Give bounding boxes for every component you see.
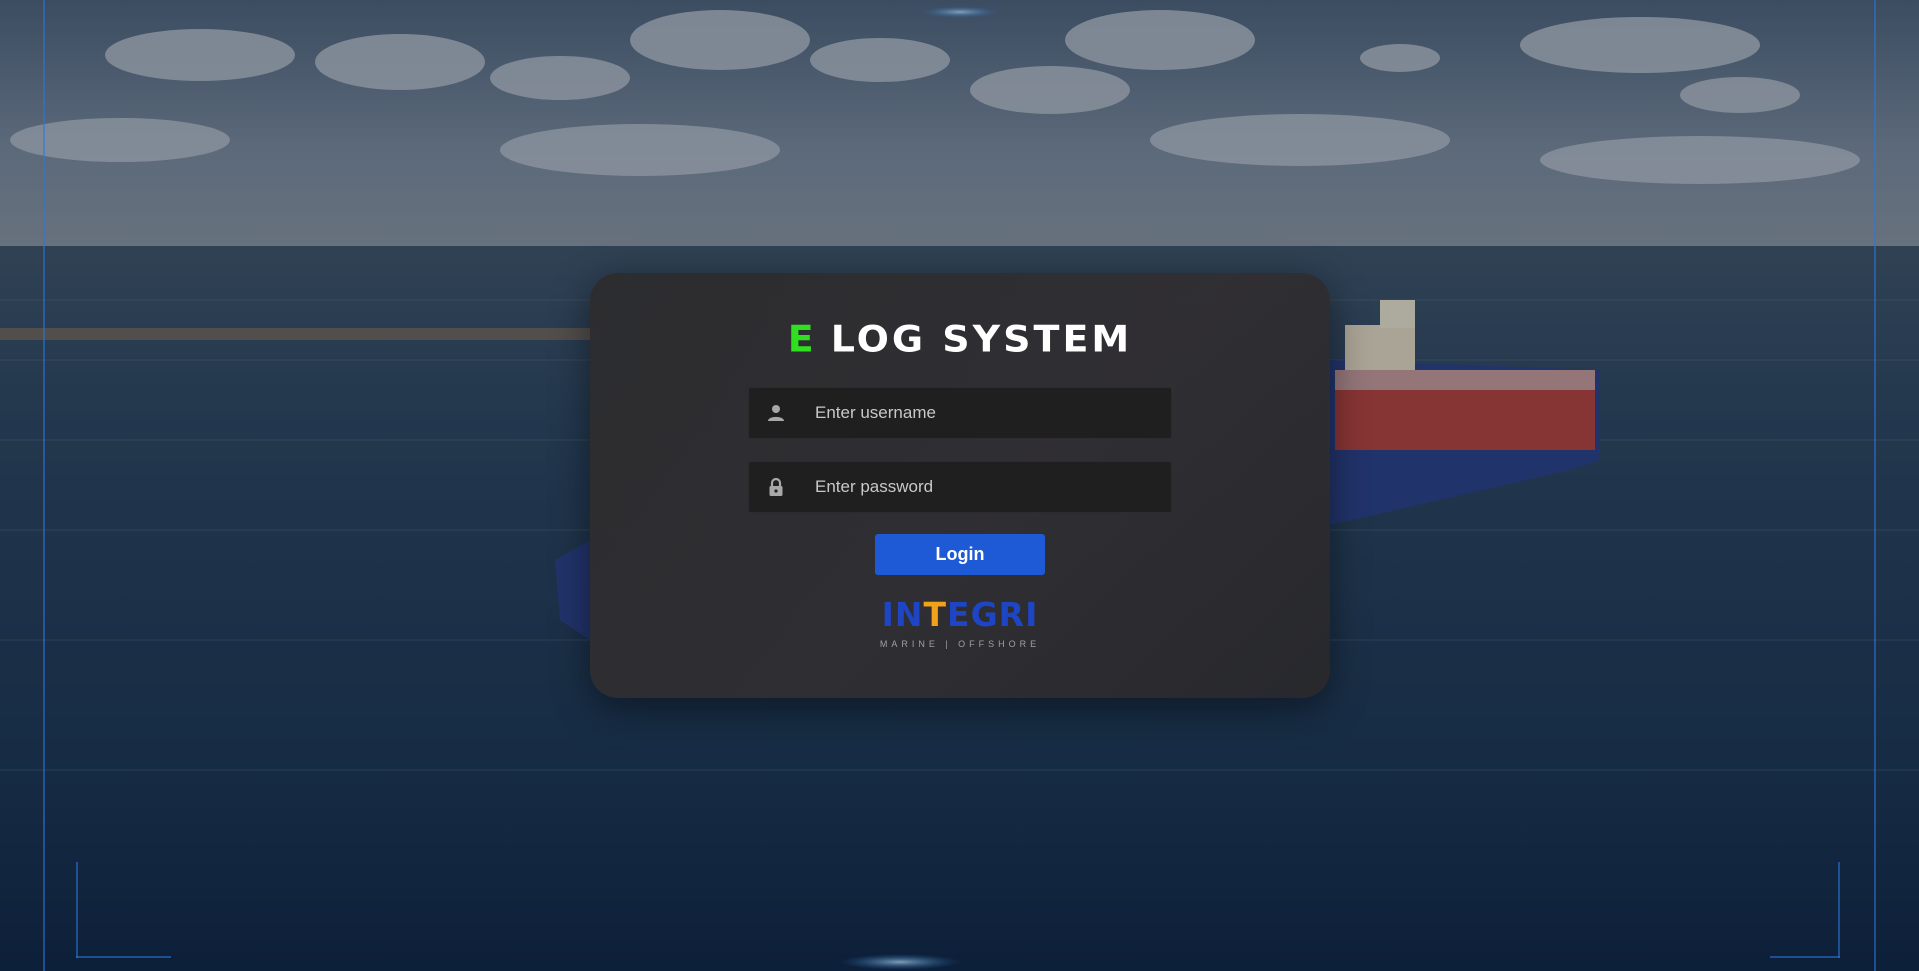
- username-field[interactable]: [748, 387, 1172, 439]
- login-screen: E LOG SYSTEM Login INTEGRI MARINE | OFFSH…: [0, 0, 1919, 971]
- username-input[interactable]: [815, 388, 1155, 438]
- password-field[interactable]: [748, 461, 1172, 513]
- logo-part2: EGRI: [947, 595, 1039, 634]
- user-icon: [768, 405, 784, 421]
- password-input[interactable]: [815, 462, 1155, 512]
- login-card: E LOG SYSTEM Login INTEGRI MARINE | OFFSH…: [590, 273, 1330, 698]
- app-title: E LOG SYSTEM: [590, 318, 1330, 360]
- integri-logo-wordmark: INTEGRI: [860, 595, 1060, 634]
- app-title-text: LOG SYSTEM: [830, 318, 1133, 360]
- logo-part1: IN: [881, 595, 924, 634]
- integri-logo-tagline: MARINE | OFFSHORE: [879, 639, 1041, 649]
- integri-logo: INTEGRI MARINE | OFFSHORE: [860, 595, 1060, 657]
- login-button[interactable]: Login: [875, 534, 1045, 575]
- lock-icon: [769, 477, 783, 496]
- logo-t: T: [923, 595, 948, 634]
- app-title-e: E: [787, 318, 817, 360]
